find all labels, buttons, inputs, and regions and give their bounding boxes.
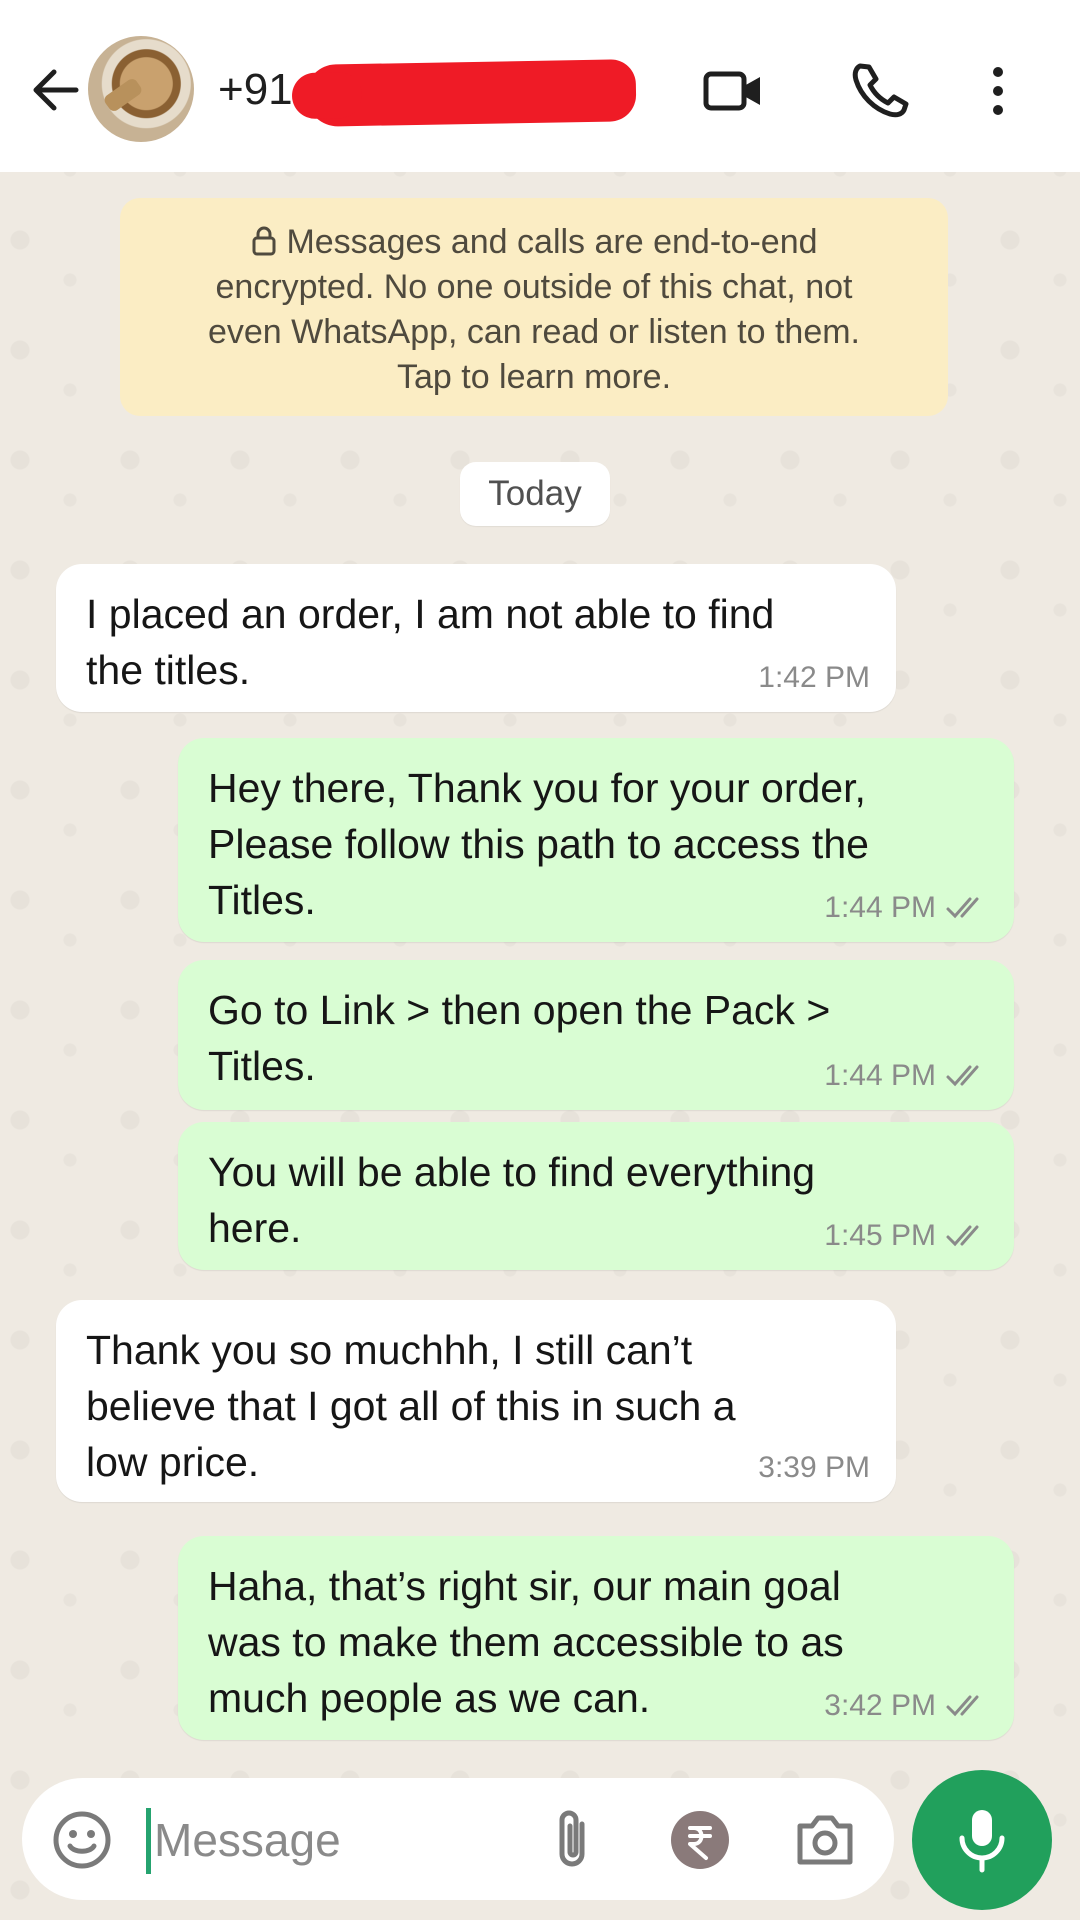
emoji-icon[interactable] — [50, 1808, 114, 1872]
message-time: 1:45 PM — [824, 1219, 936, 1252]
encryption-notice[interactable]: Messages and calls are end-to-end encryp… — [120, 198, 948, 416]
chat-screen: +91 Messages and calls are end-to-end en… — [0, 0, 1080, 1920]
chat-header: +91 — [0, 0, 1080, 172]
back-arrow-icon[interactable] — [24, 58, 88, 122]
message-bubble-incoming[interactable]: I placed an order, I am not able to find… — [56, 564, 896, 712]
notice-line: encrypted. No one outside of this chat, … — [215, 268, 853, 306]
message-meta: 1:45 PM — [824, 1218, 988, 1254]
attach-icon[interactable] — [542, 1806, 606, 1872]
mic-icon[interactable] — [912, 1770, 1052, 1910]
message-input[interactable] — [152, 1800, 536, 1880]
phone-icon[interactable] — [846, 58, 912, 124]
notice-line: Messages and calls are end-to-end — [140, 220, 928, 265]
message-text: I placed an order, I am not able to find… — [86, 591, 775, 693]
video-call-icon[interactable] — [700, 58, 766, 124]
message-text: Thank you so muchhh, I still can’t belie… — [86, 1327, 736, 1485]
more-vert-icon[interactable] — [970, 58, 1036, 124]
message-time: 3:42 PM — [824, 1689, 936, 1722]
message-time: 1:42 PM — [758, 661, 870, 694]
read-ticks-icon — [946, 1695, 979, 1717]
avatar[interactable] — [88, 36, 194, 142]
message-composer — [22, 1778, 894, 1900]
message-time: 3:39 PM — [758, 1451, 870, 1484]
message-meta: 3:42 PM — [824, 1688, 988, 1724]
message-time: 1:44 PM — [824, 1059, 936, 1092]
message-bubble-outgoing[interactable]: Go to Link > then open the Pack > Titles… — [178, 960, 1014, 1110]
notice-line: Tap to learn more. — [396, 358, 672, 396]
message-bubble-outgoing[interactable]: Hey there, Thank you for your order, Ple… — [178, 738, 1014, 942]
redaction-mark — [305, 59, 637, 127]
contact-number[interactable]: +91 — [218, 62, 293, 118]
rupee-icon[interactable] — [668, 1808, 732, 1872]
camera-icon[interactable] — [792, 1810, 858, 1870]
read-ticks-icon — [946, 1225, 979, 1247]
message-bubble-outgoing[interactable]: You will be able to find everything here… — [178, 1122, 1014, 1270]
message-meta: 3:39 PM — [758, 1450, 870, 1486]
message-bubble-outgoing[interactable]: Haha, that’s right sir, our main goal wa… — [178, 1536, 1014, 1740]
message-meta: 1:42 PM — [758, 660, 870, 696]
notice-line: even WhatsApp, can read or listen to the… — [207, 313, 860, 351]
message-time: 1:44 PM — [824, 891, 936, 924]
message-meta: 1:44 PM — [824, 890, 988, 926]
message-meta: 1:44 PM — [824, 1058, 988, 1094]
text-caret — [146, 1808, 151, 1874]
date-chip: Today — [460, 462, 610, 526]
read-ticks-icon — [946, 1065, 979, 1087]
read-ticks-icon — [946, 897, 979, 919]
lock-icon — [250, 223, 278, 256]
message-bubble-incoming[interactable]: Thank you so muchhh, I still can’t belie… — [56, 1300, 896, 1502]
